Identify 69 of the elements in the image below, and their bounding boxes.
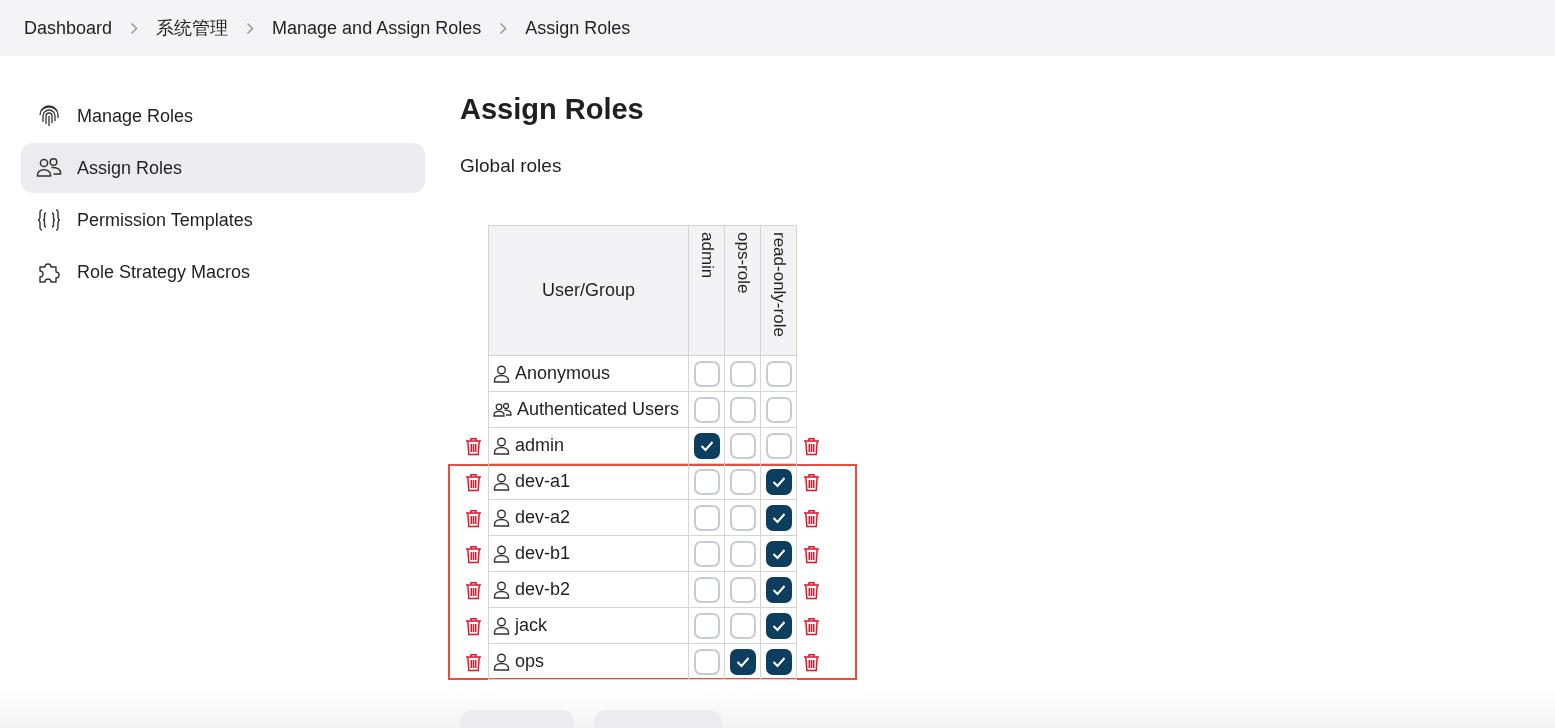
trash-icon[interactable] (803, 472, 820, 492)
trash-icon[interactable] (803, 652, 820, 672)
trash-icon[interactable] (803, 436, 820, 456)
column-header: read-only-role (761, 225, 797, 356)
trash-icon[interactable] (465, 580, 482, 600)
breadcrumb-link[interactable]: Dashboard (24, 17, 113, 39)
check-icon (771, 547, 786, 560)
page-title: Assign Roles (460, 92, 645, 127)
column-header: admin (689, 225, 725, 356)
people-icon (493, 401, 512, 418)
user-name: admin (515, 435, 565, 456)
checkbox[interactable] (765, 540, 792, 567)
user-name: dev-a1 (515, 471, 571, 492)
user-name: ops (515, 651, 545, 672)
checkbox[interactable] (765, 648, 792, 675)
user-name: Authenticated Users (517, 399, 680, 420)
trash-icon[interactable] (803, 508, 820, 528)
trash-icon[interactable] (465, 508, 482, 528)
chevron-icon (130, 21, 139, 35)
section-title: Global roles (460, 155, 563, 177)
chevron-icon (499, 21, 508, 35)
breadcrumb-link[interactable]: Manage and Assign Roles (272, 17, 482, 39)
people-icon (36, 157, 62, 179)
person-icon (493, 508, 510, 527)
check-icon (771, 475, 786, 488)
braces-icon (37, 208, 61, 232)
checkbox[interactable] (765, 612, 792, 639)
check-icon (771, 619, 786, 632)
sidebar-item[interactable]: Permission Templates (21, 195, 425, 245)
person-icon (493, 652, 510, 671)
sidebar-item[interactable]: Manage Roles (21, 91, 425, 141)
sidebar-item[interactable]: Assign Roles (21, 143, 425, 193)
trash-icon[interactable] (465, 652, 482, 672)
check-icon (735, 655, 750, 668)
trash-icon[interactable] (465, 436, 482, 456)
breadcrumb-link[interactable]: 系统管理 (156, 16, 229, 40)
chevron-icon (246, 21, 255, 35)
trash-icon[interactable] (465, 616, 482, 636)
user-name: dev-a2 (515, 507, 571, 528)
trash-icon[interactable] (803, 616, 820, 636)
user-name: Anonymous (515, 363, 611, 384)
trash-icon[interactable] (465, 472, 482, 492)
trash-icon[interactable] (803, 580, 820, 600)
person-icon (493, 472, 510, 491)
breadcrumb-link[interactable]: Assign Roles (525, 17, 631, 39)
fingerprint-icon (37, 104, 61, 128)
column-header: ops-role (725, 225, 761, 356)
user-name: dev-b1 (515, 543, 571, 564)
trash-icon[interactable] (465, 544, 482, 564)
user-name: dev-b2 (515, 579, 571, 600)
puzzle-icon (37, 260, 61, 284)
checkbox[interactable] (729, 648, 756, 675)
checkbox[interactable] (765, 468, 792, 495)
column-header: User/Group (488, 225, 689, 356)
person-icon (493, 616, 510, 635)
check-icon (699, 439, 714, 452)
person-icon (493, 580, 510, 599)
checkbox[interactable] (765, 576, 792, 603)
sidebar-item[interactable]: Role Strategy Macros (21, 247, 425, 297)
trash-icon[interactable] (803, 544, 820, 564)
check-icon (771, 511, 786, 524)
checkbox[interactable] (765, 504, 792, 531)
user-name: jack (515, 615, 547, 636)
check-icon (771, 655, 786, 668)
checkbox[interactable] (693, 432, 720, 459)
person-icon (493, 364, 510, 383)
person-icon (493, 544, 510, 563)
check-icon (771, 583, 786, 596)
person-icon (493, 436, 510, 455)
